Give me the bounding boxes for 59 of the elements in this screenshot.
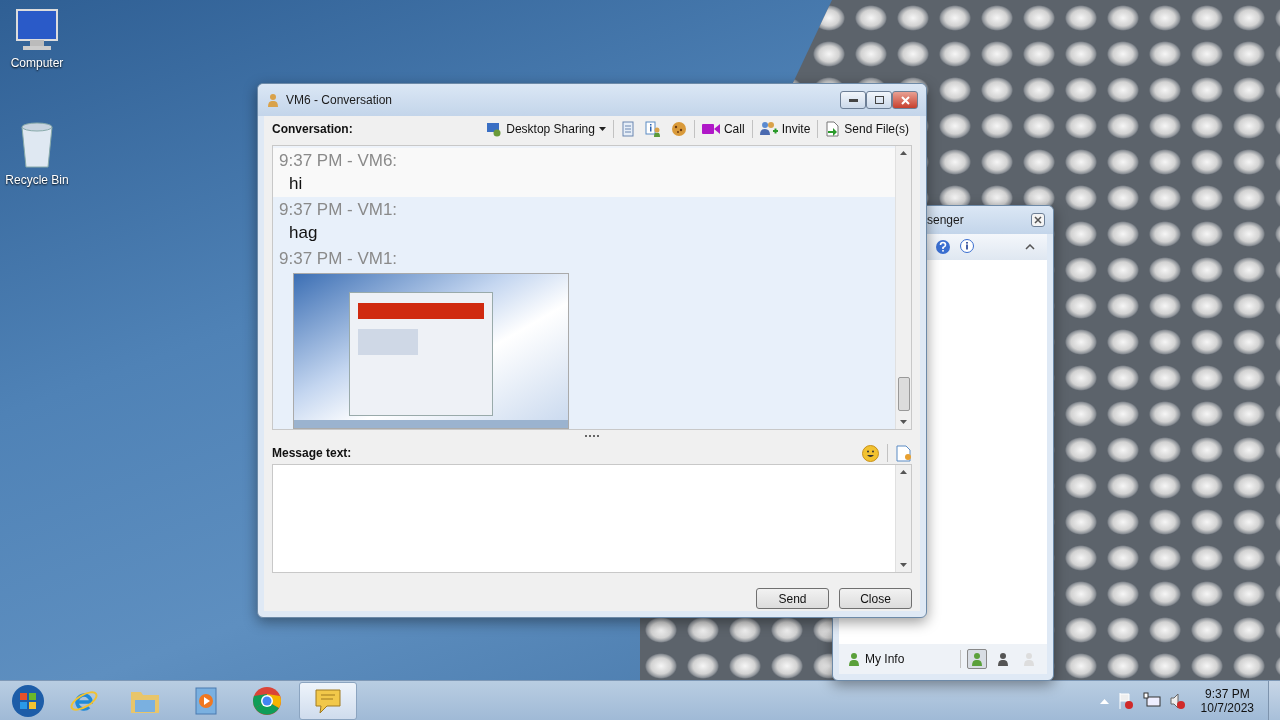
conversation-label: Conversation: [272, 122, 354, 136]
dialog-button[interactable]: Send [756, 588, 829, 609]
close-icon [900, 95, 910, 105]
network-icon[interactable] [1142, 692, 1161, 710]
flag-icon[interactable] [1116, 692, 1135, 710]
minimize-icon [848, 98, 858, 102]
cookie-icon [670, 121, 687, 137]
message-header: 9:37 PM - VM6: [279, 150, 399, 172]
add-contacts-icon [759, 121, 778, 137]
video-camera-icon [701, 123, 720, 135]
close-icon [1034, 216, 1042, 224]
minimize-button[interactable] [840, 91, 866, 109]
close-button[interactable] [892, 91, 918, 109]
person-icon [847, 652, 861, 666]
person-icon [1022, 652, 1036, 666]
windows-logo-icon [11, 684, 45, 718]
message-header: 9:37 PM - VM1: [279, 199, 399, 221]
contact-info-icon [644, 121, 661, 137]
restore-icon [874, 96, 884, 104]
computer-icon[interactable] [14, 8, 60, 52]
file-arrow-icon [825, 121, 841, 137]
speech-bubble-icon [313, 686, 343, 716]
desktop-icon-label: Computer [10, 56, 64, 70]
chevron-up-icon[interactable] [1025, 244, 1035, 250]
window-title: VM6 - Conversation [286, 93, 394, 107]
chrome-icon [252, 686, 282, 716]
note-icon[interactable] [896, 444, 912, 462]
help-icon[interactable] [935, 239, 951, 255]
message-header: 9:37 PM - VM1: [279, 248, 399, 270]
clock[interactable]: 9:37 PM 10/7/2023 [1194, 687, 1260, 715]
scrollbar[interactable] [895, 146, 911, 429]
close-button[interactable] [1031, 213, 1045, 227]
window-title: senger [927, 213, 965, 227]
toolbar-button[interactable]: Send File(s) [822, 119, 912, 139]
restore-button[interactable] [866, 91, 892, 109]
notepad-icon [620, 121, 635, 137]
desktop-icon-label: Recycle Bin [5, 173, 69, 187]
person-icon [970, 652, 984, 666]
caret-icon [598, 127, 606, 131]
person-icon [266, 93, 280, 107]
taskbar-app-button[interactable] [299, 682, 357, 720]
media-player-icon [193, 687, 219, 715]
person-icon [996, 652, 1010, 666]
scroll-down-icon [900, 420, 907, 424]
toolbar-button[interactable]: Desktop Sharing [483, 119, 609, 139]
speaker-icon[interactable] [1168, 692, 1187, 710]
toolbar-button[interactable]: Call [698, 120, 748, 138]
scroll-thumb[interactable] [898, 377, 910, 411]
show-desktop-button[interactable] [1268, 681, 1280, 720]
message-label: Message text: [272, 446, 353, 460]
message-text: hag [288, 222, 319, 244]
toolbar-button[interactable]: Invite [756, 119, 814, 139]
monitor-icon [486, 121, 503, 137]
info-icon[interactable] [959, 239, 975, 255]
dialog-button[interactable]: Close [839, 588, 912, 609]
message-text: hi [288, 173, 304, 195]
scroll-up-icon [900, 151, 907, 155]
smiley-icon[interactable] [862, 444, 879, 462]
splitter-grip-icon[interactable] [585, 434, 599, 438]
